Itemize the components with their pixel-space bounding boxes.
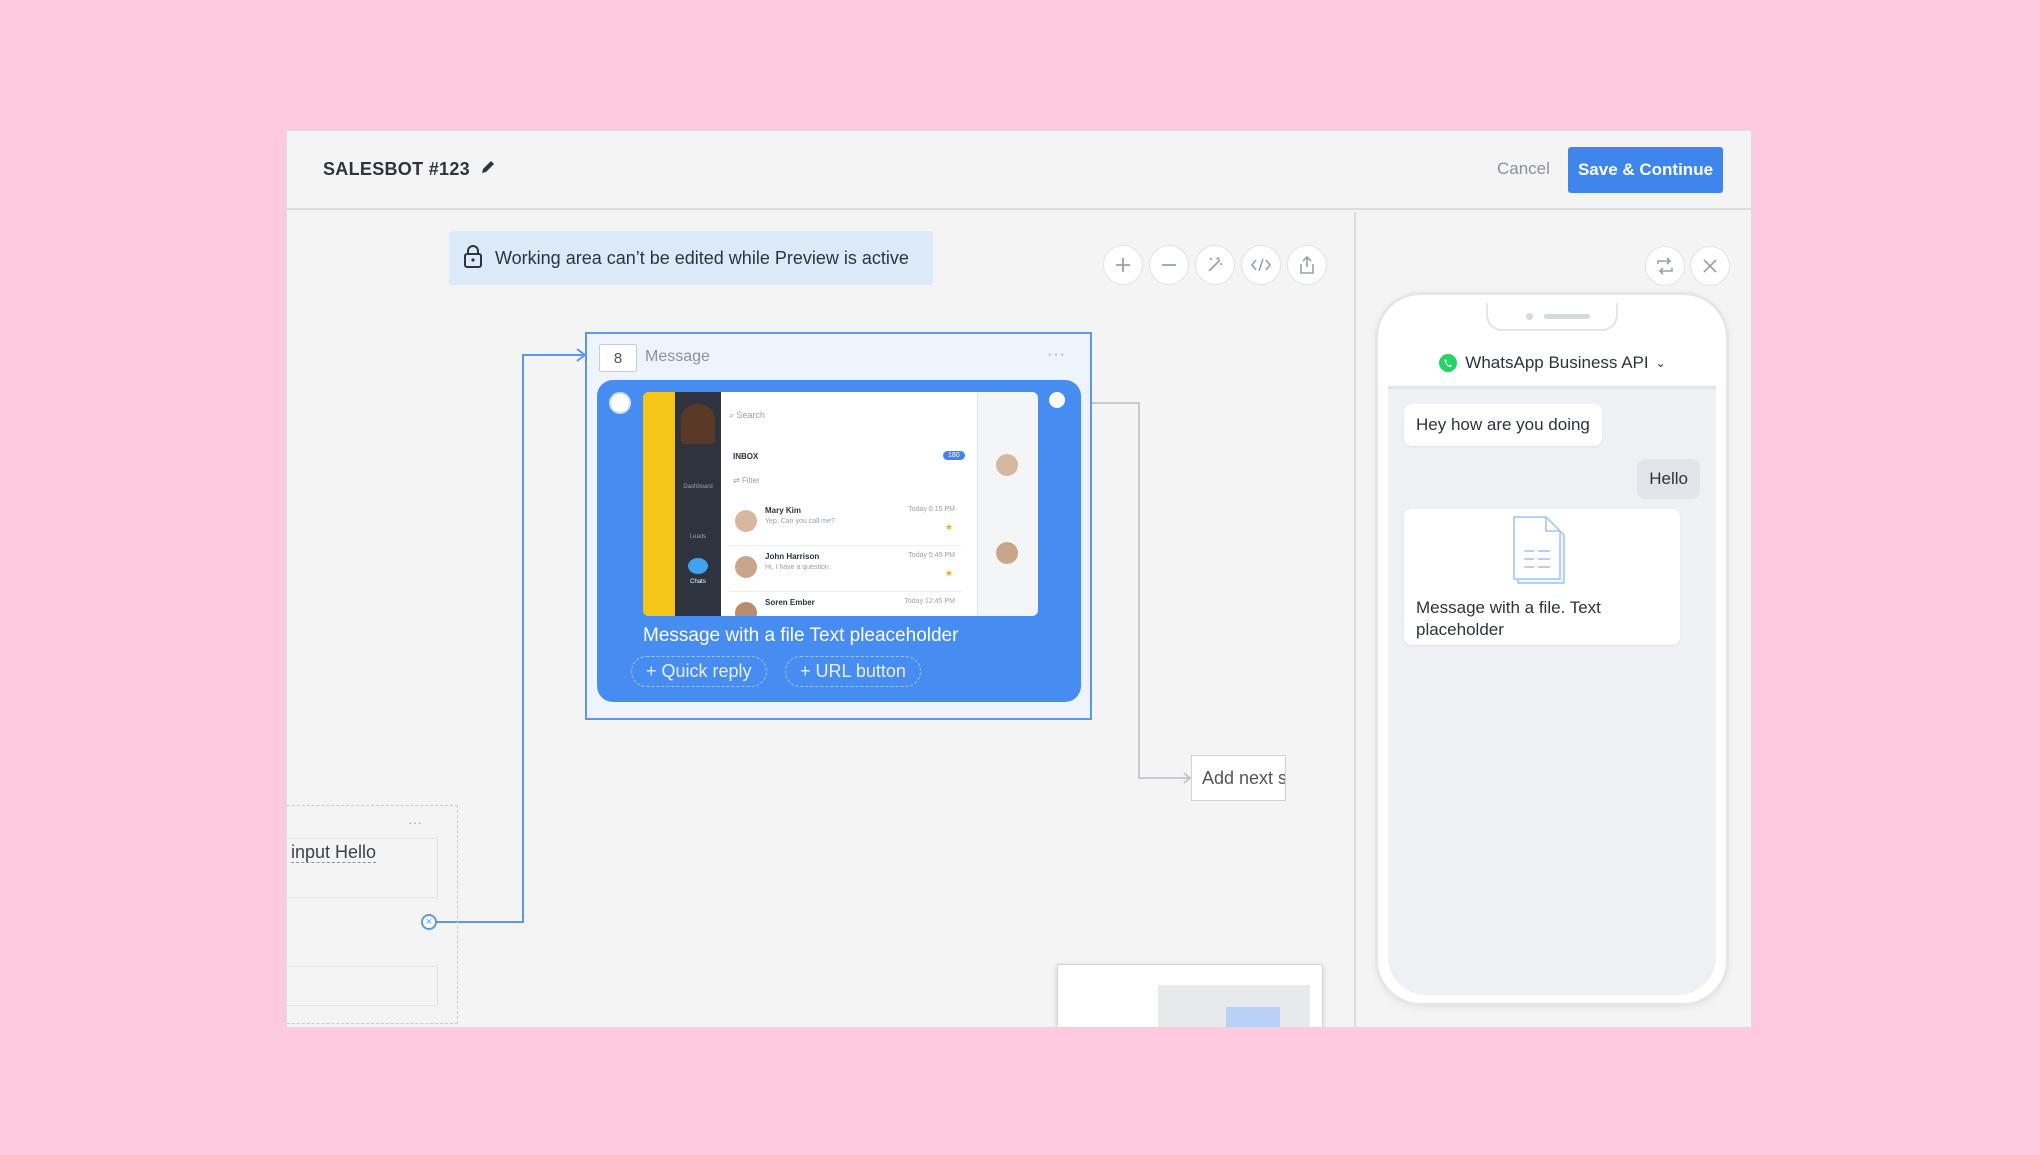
- message-text[interactable]: Message with a file Text pleaceholder: [643, 625, 958, 647]
- contact-name: Mary Kim: [765, 506, 802, 515]
- image-inbox-label: INBOX: [733, 452, 759, 461]
- sidebar-label-chats: Chats: [690, 579, 706, 585]
- message-bubble[interactable]: Dashboard Leads Chats ⌕ Search INBOX 180…: [597, 380, 1081, 702]
- whatsapp-icon: [1439, 354, 1458, 372]
- input-condition[interactable]: input Hello: [291, 842, 377, 863]
- channel-selector[interactable]: WhatsApp Business API ⌄: [1388, 353, 1716, 373]
- image-sidebar: Dashboard Leads Chats: [675, 392, 721, 616]
- image-search: ⌕ Search: [729, 410, 766, 420]
- message-node[interactable]: 8 Message ··· Dashboard Leads Chats ⌕ Se…: [585, 332, 1092, 720]
- chats-icon: [688, 558, 708, 574]
- minimap[interactable]: [1057, 964, 1323, 1027]
- input-condition-text: input Hello: [291, 842, 377, 863]
- image-filter-label: Filter: [741, 476, 760, 485]
- quick-reply-button[interactable]: + Quick reply: [631, 656, 767, 687]
- phone-preview: WhatsApp Business API ⌄ Hey how are you …: [1375, 292, 1729, 1006]
- file-message-text: Message with a file. Text placeholder: [1416, 598, 1601, 639]
- close-preview-button[interactable]: [1690, 246, 1730, 286]
- contact-name: John Harrison: [765, 552, 820, 561]
- contact-time: Today 5:45 PM: [908, 552, 955, 559]
- cancel-button[interactable]: Cancel: [1497, 159, 1550, 179]
- file-icon: [1513, 516, 1565, 584]
- star-icon: ★: [944, 568, 953, 578]
- image-search-placeholder: Search: [736, 410, 766, 420]
- star-icon: ★: [944, 522, 953, 532]
- camera-dot: [1526, 313, 1533, 320]
- image-filter: ⇄ Filter: [733, 476, 760, 485]
- pencil-icon[interactable]: [480, 159, 496, 180]
- image-contact-row: John Harrison Hi, I have a question Toda…: [729, 548, 961, 592]
- image-contact-row: Mary Kim Yep. Can you call me? Today 6:1…: [729, 502, 961, 546]
- bot-avatar-icon: [609, 392, 631, 414]
- save-continue-button[interactable]: Save & Continue: [1568, 147, 1723, 193]
- bot-message: Hey how are you doing: [1404, 404, 1602, 446]
- condition-port-icon[interactable]: ×: [421, 914, 437, 930]
- user-avatar: [681, 404, 715, 444]
- repeat-icon: [1657, 257, 1673, 275]
- image-inbox-count: 180: [943, 451, 965, 460]
- node-number: 8: [599, 344, 637, 372]
- panel-divider: [1354, 212, 1356, 1027]
- phone-notch: [1486, 303, 1618, 331]
- contact-time: Today 6:15 PM: [908, 506, 955, 513]
- attached-image-preview: Dashboard Leads Chats ⌕ Search INBOX 180…: [643, 392, 1038, 616]
- bot-file-message[interactable]: Message with a file. Text placeholder: [1404, 509, 1680, 645]
- image-contact-row: Soren Ember Today 12:45 PM: [729, 594, 961, 616]
- contact-avatar: [735, 510, 757, 532]
- add-next-step-button[interactable]: Add next s: [1191, 755, 1286, 801]
- contact-avatar: [735, 556, 757, 578]
- sidebar-label-leads: Leads: [689, 534, 707, 540]
- top-bar: SALESBOT #123 Cancel Save & Continue: [287, 131, 1751, 210]
- contact-name: Soren Ember: [765, 598, 815, 607]
- node-menu-dots[interactable]: ···: [408, 814, 422, 830]
- user-message: Hello: [1637, 459, 1700, 499]
- contact-avatar: [735, 602, 757, 616]
- chevron-down-icon: ⌄: [1655, 356, 1666, 370]
- working-area-canvas[interactable]: Working area can’t be edited while Previ…: [287, 212, 1354, 1027]
- image-right-panel: [977, 392, 1038, 616]
- sidebar-label-dashboard: Dashboard: [683, 484, 713, 490]
- channel-name: WhatsApp Business API: [1465, 353, 1649, 372]
- minimap-node: [1226, 1007, 1280, 1027]
- image-left-bar: [643, 392, 675, 616]
- phone-screen: WhatsApp Business API ⌄ Hey how are you …: [1388, 303, 1716, 995]
- contact-time: Today 12:45 PM: [904, 598, 955, 605]
- node-label: Message: [645, 348, 710, 365]
- chat-header: WhatsApp Business API ⌄: [1388, 303, 1716, 389]
- contact-preview: Hi, I have a question: [765, 564, 829, 571]
- restart-preview-button[interactable]: [1645, 246, 1685, 286]
- url-button[interactable]: + URL button: [785, 656, 921, 687]
- bot-title: SALESBOT #123: [323, 159, 496, 180]
- bot-title-text: SALESBOT #123: [323, 159, 470, 179]
- contact-preview: Yep. Can you call me?: [765, 518, 835, 525]
- node-menu-dots[interactable]: ···: [1047, 346, 1066, 364]
- output-port[interactable]: [1049, 392, 1065, 408]
- node-row-box: [287, 966, 438, 1006]
- contact-avatar: [996, 542, 1018, 564]
- speaker-slot: [1544, 314, 1590, 319]
- contact-avatar: [996, 454, 1018, 476]
- close-icon: [1703, 259, 1717, 273]
